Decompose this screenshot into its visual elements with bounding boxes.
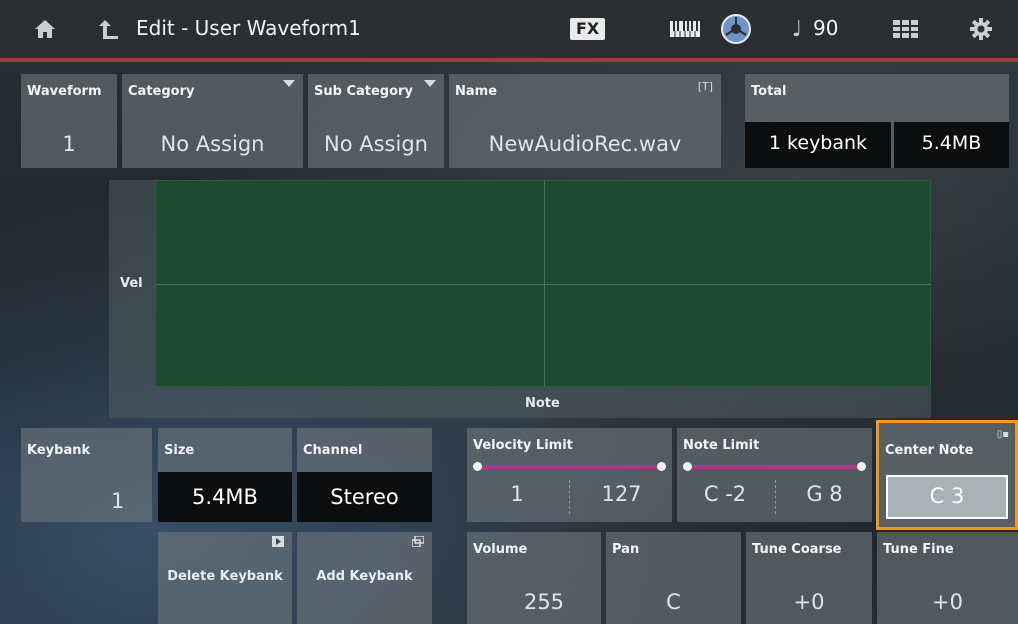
dropdown-triangle-icon bbox=[424, 80, 436, 87]
center-note-cell[interactable]: ▯▪ Center Note C 3 bbox=[876, 420, 1018, 530]
sub-category-label: Sub Category bbox=[314, 84, 413, 99]
waveform-value: 1 bbox=[62, 132, 76, 156]
name-value: NewAudioRec.wav bbox=[488, 132, 682, 156]
category-value: No Assign bbox=[160, 132, 265, 156]
total-size-box: 5.4MB bbox=[894, 122, 1009, 168]
tune-coarse-label: Tune Coarse bbox=[752, 542, 842, 557]
tune-coarse-cell[interactable]: Tune Coarse +0 bbox=[746, 532, 872, 624]
note-high-value[interactable]: G 8 bbox=[777, 482, 872, 506]
tempo-value[interactable]: 90 bbox=[813, 16, 838, 40]
tune-fine-cell[interactable]: Tune Fine +0 bbox=[877, 532, 1018, 624]
sub-category-value: No Assign bbox=[324, 132, 428, 156]
keybank-cell[interactable]: Keybank 1 bbox=[21, 428, 152, 522]
page-title: Edit - User Waveform1 bbox=[136, 16, 361, 40]
size-label: Size bbox=[164, 443, 195, 458]
center-note-value-box[interactable]: C 3 bbox=[886, 475, 1008, 519]
add-keybank-button[interactable]: Add Keybank bbox=[297, 532, 432, 624]
popup-window-icon bbox=[411, 535, 425, 550]
note-icon: ♩ bbox=[791, 16, 803, 42]
size-cell: Size 5.4MB bbox=[158, 428, 292, 522]
up-arrow-icon[interactable] bbox=[92, 0, 126, 58]
center-note-value: C 3 bbox=[929, 484, 965, 508]
gear-icon[interactable] bbox=[963, 0, 999, 58]
yamaha-logo-icon[interactable] bbox=[716, 0, 756, 58]
graph-x-label: Note bbox=[525, 396, 560, 411]
waveform-label: Waveform bbox=[27, 84, 102, 99]
note-low-value[interactable]: C -2 bbox=[677, 482, 773, 506]
delete-keybank-button[interactable]: Delete Keybank bbox=[158, 532, 292, 624]
velocity-high-value[interactable]: 127 bbox=[571, 482, 672, 506]
tune-coarse-value: +0 bbox=[793, 590, 825, 614]
total-keybanks-value: 1 keybank bbox=[768, 132, 868, 154]
center-note-label: Center Note bbox=[885, 443, 974, 458]
delete-keybank-label: Delete Keybank bbox=[167, 569, 283, 584]
fx-button[interactable]: FX bbox=[570, 18, 606, 40]
keyboard-icon[interactable] bbox=[665, 0, 705, 58]
knob-assign-icon: ▯▪ bbox=[996, 429, 1009, 440]
total-cell: Total 1 keybank 5.4MB bbox=[745, 74, 1009, 168]
play-icon bbox=[272, 536, 284, 550]
keybank-value: 1 bbox=[111, 489, 125, 513]
velocity-range-slider[interactable] bbox=[473, 462, 666, 471]
channel-label: Channel bbox=[303, 443, 363, 458]
graph-center-line-horizontal bbox=[156, 284, 930, 285]
note-limit-cell[interactable]: Note Limit C -2 G 8 bbox=[677, 428, 872, 522]
volume-label: Volume bbox=[473, 542, 528, 557]
velocity-limit-cell[interactable]: Velocity Limit 1 127 bbox=[467, 428, 672, 522]
pan-value: C bbox=[666, 590, 681, 614]
volume-cell[interactable]: Volume 255 bbox=[467, 532, 601, 624]
category-dropdown[interactable]: Category No Assign bbox=[122, 74, 303, 168]
velocity-limit-label: Velocity Limit bbox=[473, 438, 573, 453]
channel-value-box: Stereo bbox=[297, 472, 432, 522]
size-value: 5.4MB bbox=[192, 485, 258, 509]
note-divider bbox=[775, 480, 776, 514]
velocity-divider bbox=[569, 480, 570, 514]
volume-value: 255 bbox=[523, 590, 565, 614]
name-field[interactable]: [T] Name NewAudioRec.wav bbox=[449, 74, 721, 168]
pan-cell[interactable]: Pan C bbox=[606, 532, 741, 624]
keybank-label: Keybank bbox=[27, 443, 91, 458]
text-edit-tag: [T] bbox=[697, 80, 713, 93]
note-limit-label: Note Limit bbox=[683, 438, 760, 453]
category-label: Category bbox=[128, 84, 195, 99]
sub-category-dropdown[interactable]: Sub Category No Assign bbox=[308, 74, 444, 168]
grid-icon[interactable] bbox=[888, 0, 924, 58]
home-icon[interactable] bbox=[28, 0, 62, 58]
top-bar: Edit - User Waveform1 FX ♩ 90 bbox=[0, 0, 1018, 62]
channel-cell: Channel Stereo bbox=[297, 428, 432, 522]
name-label: Name bbox=[455, 84, 498, 99]
velocity-low-value[interactable]: 1 bbox=[467, 482, 567, 506]
tune-fine-value: +0 bbox=[932, 590, 963, 614]
waveform-cell[interactable]: Waveform 1 bbox=[21, 74, 117, 168]
tune-fine-label: Tune Fine bbox=[883, 542, 954, 557]
total-label: Total bbox=[751, 84, 787, 99]
total-size-value: 5.4MB bbox=[921, 132, 982, 154]
note-range-slider[interactable] bbox=[683, 462, 866, 471]
dropdown-triangle-icon bbox=[283, 80, 295, 87]
add-keybank-label: Add Keybank bbox=[316, 569, 413, 584]
keybank-graph[interactable] bbox=[155, 180, 931, 387]
size-value-box: 5.4MB bbox=[158, 472, 292, 522]
graph-y-label: Vel bbox=[120, 276, 143, 291]
channel-value: Stereo bbox=[330, 485, 399, 509]
pan-label: Pan bbox=[612, 542, 640, 557]
total-keybanks-box: 1 keybank bbox=[745, 122, 891, 168]
